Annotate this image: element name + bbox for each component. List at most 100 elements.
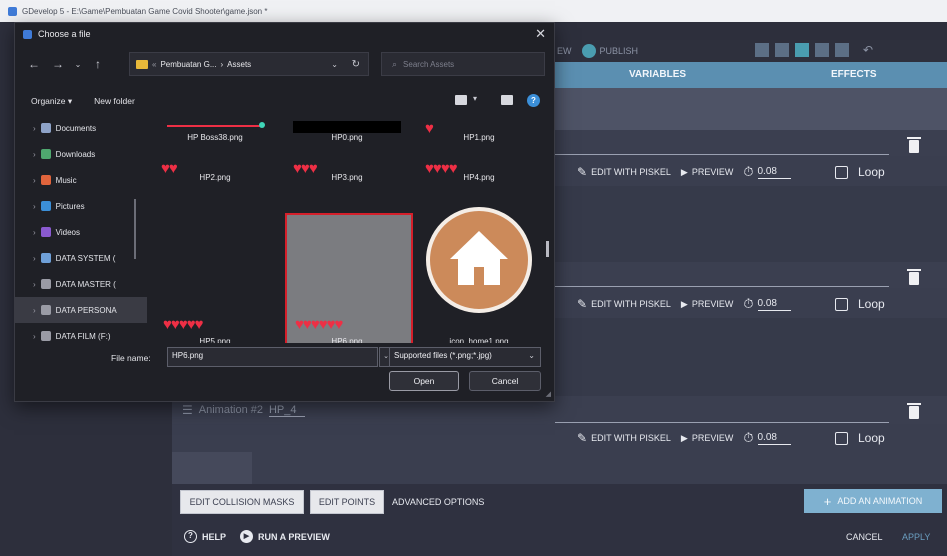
- search-input[interactable]: ⌕ Search Assets: [381, 52, 545, 76]
- animation-name-input[interactable]: HP_4: [268, 404, 305, 417]
- nav-item[interactable]: › Documents: [15, 115, 147, 141]
- address-parent[interactable]: Pembuatan G...: [160, 60, 216, 69]
- edit-with-piskel-button[interactable]: ✎ EDIT WITH PISKEL: [577, 165, 671, 179]
- nav-item[interactable]: › Music: [15, 167, 147, 193]
- loop-checkbox[interactable]: [834, 165, 848, 179]
- help-button[interactable]: ? HELP: [184, 530, 226, 543]
- filetype-select[interactable]: Supported files (*.png;*.jpg) ⌄: [389, 347, 541, 367]
- undo-icon[interactable]: ↶: [863, 43, 877, 57]
- resize-grip-icon[interactable]: ◢: [546, 390, 551, 398]
- apply-button[interactable]: APPLY: [902, 532, 930, 542]
- file-tile[interactable]: ♥♥ HP2.png: [155, 149, 275, 189]
- refresh-icon[interactable]: ↻: [352, 59, 360, 70]
- open-button[interactable]: Open: [389, 371, 459, 391]
- file-tile[interactable]: ♥ HP1.png: [419, 115, 539, 149]
- layers-icon[interactable]: [835, 43, 849, 57]
- address-current[interactable]: Assets: [227, 60, 251, 69]
- expand-chevron-icon[interactable]: ›: [33, 228, 36, 237]
- preview-tab-fragment[interactable]: EW: [557, 46, 572, 56]
- publish-button[interactable]: PUBLISH: [600, 46, 639, 56]
- nav-item[interactable]: › DATA FILM (F:): [15, 323, 147, 343]
- edit-with-piskel-button[interactable]: ✎ EDIT WITH PISKEL: [577, 431, 671, 445]
- add-frame-slot[interactable]: [172, 452, 252, 484]
- view-dropdown-icon[interactable]: ▾: [473, 94, 477, 103]
- advanced-options-button[interactable]: ADVANCED OPTIONS: [392, 497, 484, 507]
- recent-chevron-icon[interactable]: ⌄: [69, 60, 87, 69]
- expand-chevron-icon[interactable]: ›: [33, 150, 36, 159]
- expand-chevron-icon[interactable]: ›: [33, 176, 36, 185]
- animation-title: ☰ Animation #2 HP_4: [182, 403, 305, 417]
- nav-item[interactable]: › DATA MASTER (: [15, 271, 147, 297]
- delete-animation-icon[interactable]: [907, 403, 921, 419]
- preview-button[interactable]: ▶ PREVIEW: [681, 433, 733, 444]
- organize-menu[interactable]: Organize ▾: [31, 96, 72, 107]
- edit-collision-masks-button[interactable]: EDIT COLLISION MASKS: [180, 490, 304, 514]
- address-dropdown-icon[interactable]: ⌄: [331, 60, 338, 69]
- animation-name-input[interactable]: [555, 154, 889, 155]
- frame-time-input[interactable]: 0.08: [757, 432, 791, 445]
- animation-controls: ✎ EDIT WITH PISKEL ▶ PREVIEW ⏱ 0.08 Loop: [577, 430, 885, 446]
- list-icon[interactable]: [815, 43, 829, 57]
- expand-chevron-icon[interactable]: ›: [33, 280, 36, 289]
- file-tile[interactable]: icon_home1.png: [419, 207, 539, 343]
- file-grid-scrollbar[interactable]: [546, 241, 549, 257]
- tab-effects[interactable]: EFFECTS: [831, 69, 877, 80]
- edit-icon[interactable]: [795, 43, 809, 57]
- nav-item[interactable]: › DATA PERSONA: [15, 297, 147, 323]
- file-tile[interactable]: ♥♥♥ HP3.png: [287, 149, 407, 189]
- loop-checkbox[interactable]: [834, 297, 848, 311]
- animation-item: ☰ Animation #2 HP_4 ✎ EDIT WITH PISKEL ▶…: [172, 396, 947, 484]
- up-arrow-icon[interactable]: ↑: [89, 57, 107, 71]
- add-animation-button[interactable]: + ADD AN ANIMATION: [804, 489, 942, 513]
- edit-points-button[interactable]: EDIT POINTS: [310, 490, 384, 514]
- dialog-cancel-button[interactable]: Cancel: [469, 371, 541, 391]
- filename-input[interactable]: HP6.png: [167, 347, 378, 367]
- file-tile[interactable]: HP Boss38.png: [155, 115, 275, 149]
- nav-item[interactable]: › Videos: [15, 219, 147, 245]
- tab-variables[interactable]: VARIABLES: [629, 69, 686, 80]
- run-preview-button[interactable]: ▶ RUN A PREVIEW: [240, 530, 330, 543]
- loop-checkbox-group[interactable]: Loop: [834, 165, 885, 179]
- preview-button[interactable]: ▶ PREVIEW: [681, 299, 733, 310]
- preview-pane-icon[interactable]: [501, 95, 513, 105]
- nav-item-label: Pictures: [55, 201, 85, 211]
- frame-time-input[interactable]: 0.08: [757, 166, 791, 179]
- scene-icon[interactable]: [755, 43, 769, 57]
- expand-chevron-icon[interactable]: ›: [33, 332, 36, 341]
- address-bar[interactable]: « Pembuatan G... › Assets ⌄ ↻: [129, 52, 369, 76]
- nav-item[interactable]: › Downloads: [15, 141, 147, 167]
- hp-bar-preview: [167, 125, 263, 127]
- edit-with-piskel-button[interactable]: ✎ EDIT WITH PISKEL: [577, 297, 671, 311]
- loop-checkbox-group[interactable]: Loop: [834, 297, 885, 311]
- file-tile[interactable]: ♥♥♥♥ HP4.png: [419, 149, 539, 189]
- cancel-button[interactable]: CANCEL: [846, 532, 883, 542]
- nav-item[interactable]: › DATA SYSTEM (: [15, 245, 147, 271]
- black-preview: [293, 121, 401, 133]
- file-tile[interactable]: ♥♥♥♥♥♥ HP6.png: [285, 213, 413, 343]
- help-icon[interactable]: ?: [527, 94, 540, 107]
- close-icon[interactable]: ✕: [535, 26, 546, 42]
- loop-checkbox[interactable]: [834, 431, 848, 445]
- file-tile[interactable]: HP0.png: [287, 115, 407, 149]
- view-options-icon[interactable]: [455, 95, 467, 105]
- frame-time-input[interactable]: 0.08: [757, 298, 791, 311]
- delete-animation-icon[interactable]: [907, 269, 921, 285]
- expand-chevron-icon[interactable]: ›: [33, 124, 36, 133]
- expand-chevron-icon[interactable]: ›: [33, 306, 36, 315]
- search-icon: ⌕: [392, 58, 398, 69]
- animation-name-input[interactable]: [555, 286, 889, 287]
- delete-animation-icon[interactable]: [907, 137, 921, 153]
- drag-handle-icon[interactable]: ☰: [182, 403, 193, 417]
- new-folder-button[interactable]: New folder: [94, 96, 135, 106]
- file-tile[interactable]: ♥♥♥♥♥ HP5.png: [155, 213, 275, 343]
- timer-icon: ⏱: [743, 430, 754, 445]
- forward-arrow-icon[interactable]: →: [49, 57, 67, 71]
- preview-button[interactable]: ▶ PREVIEW: [681, 167, 733, 178]
- loop-checkbox-group[interactable]: Loop: [834, 431, 885, 445]
- back-arrow-icon[interactable]: ←: [25, 57, 43, 71]
- nav-item[interactable]: › Pictures: [15, 193, 147, 219]
- expand-chevron-icon[interactable]: ›: [33, 202, 36, 211]
- expand-chevron-icon[interactable]: ›: [33, 254, 36, 263]
- navigation-scrollbar[interactable]: [134, 199, 136, 259]
- objects-icon[interactable]: [775, 43, 789, 57]
